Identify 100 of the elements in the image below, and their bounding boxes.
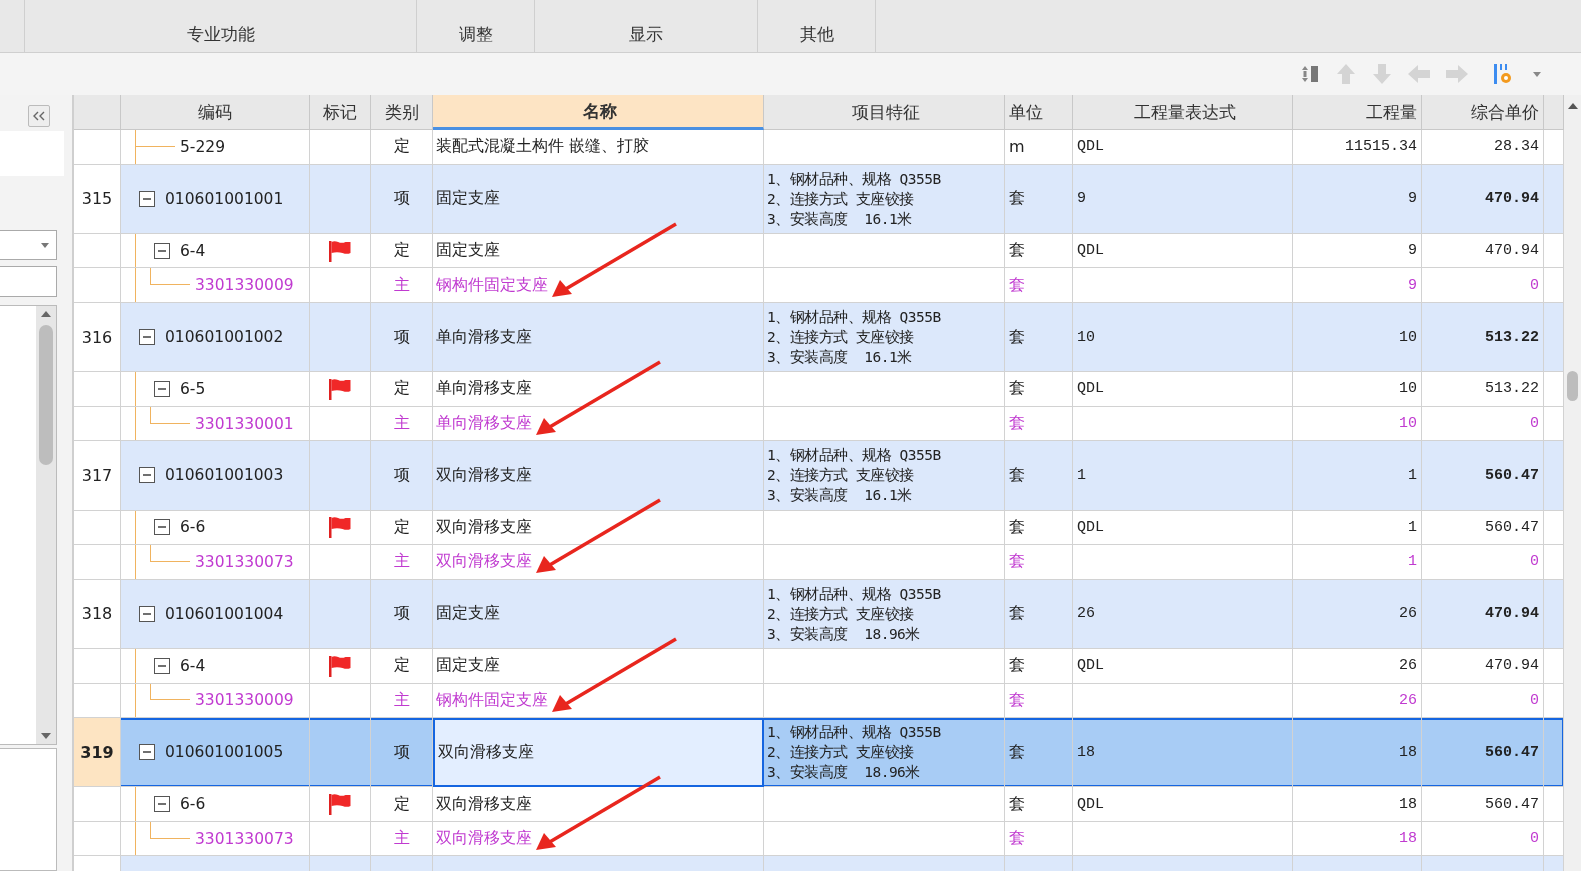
table-cell xyxy=(310,545,371,580)
item-name: 单向滑移支座 xyxy=(436,326,532,348)
item-code: 010601001005 xyxy=(165,743,284,762)
quota-code: 6-5 xyxy=(180,379,206,398)
item-name: 固定支座 xyxy=(436,188,500,210)
table-cell: 套 xyxy=(1005,441,1073,511)
sort-icon[interactable] xyxy=(1301,64,1321,84)
item-name: 固定支座 xyxy=(436,240,500,262)
table-row[interactable]: 5-229 定 装配式混凝土构件 嵌缝、打胶 m QDL 11515.34 28.34 xyxy=(74,130,1564,165)
table-cell: 26 xyxy=(1293,648,1422,684)
scrollbar-thumb[interactable] xyxy=(39,325,53,465)
feature-text: 1、钢材品种、规格 Q355B 2、连接方式 支座铰接 3、安装高度 18.96米 xyxy=(767,584,941,644)
scrollbar[interactable] xyxy=(36,306,56,744)
table-row[interactable]: 319 010601001005 项 双向滑移支座 1、钢材品种、规格 Q355B 2、连接方式 支座铰接 3、安装高度 18.96米 套 18 18 560.47 xyxy=(74,718,1564,788)
scroll-up-icon[interactable] xyxy=(1567,103,1578,109)
collapse-toggle-icon[interactable] xyxy=(139,605,155,622)
table-cell: 470.94 xyxy=(1422,164,1544,234)
item-name: 钢构件固定支座 xyxy=(436,689,548,711)
table-row[interactable]: 6-4 定 固定支座 套 QDL 26 470.94 xyxy=(74,648,1564,684)
table-cell: 470.94 xyxy=(1422,579,1544,649)
table-row[interactable]: 6-6 定 双向滑移支座 套 QDL 1 560.47 xyxy=(74,510,1564,546)
table-cell: 定 xyxy=(371,372,433,407)
material-code: 3301330009 xyxy=(195,276,294,295)
material-code: 3301330009 xyxy=(195,691,294,710)
table-cell: 项 xyxy=(371,441,433,511)
table-cell xyxy=(310,441,371,511)
quota-code: 6-6 xyxy=(180,795,206,814)
collapse-toggle-icon[interactable] xyxy=(154,796,170,813)
table-cell: 套 xyxy=(1005,579,1073,649)
collapse-toggle-icon[interactable] xyxy=(139,329,155,346)
table-row[interactable]: 315 010601001001 项 固定支座 1、钢材品种、规格 Q355B 2、连接方式 支座铰接 3、安装高度 16.1米 套 9 9 470.94 xyxy=(74,164,1564,234)
table-cell: 316 xyxy=(74,302,121,373)
table-cell: 1 xyxy=(1293,545,1422,580)
caret-icon xyxy=(41,242,49,248)
scrollbar[interactable] xyxy=(1564,95,1581,871)
feature-text: 1、钢材品种、规格 Q355B 2、连接方式 支座铰接 3、安装高度 18.96米 xyxy=(767,723,941,783)
item-name: 双向滑移支座 xyxy=(436,516,532,538)
item-name: 双向滑移支座 xyxy=(436,828,532,850)
table-cell: 513.22 xyxy=(1422,372,1544,407)
scroll-up-icon[interactable] xyxy=(41,311,51,317)
tree-connector xyxy=(150,683,190,701)
collapse-toggle-icon[interactable] xyxy=(139,190,155,207)
double-chevron-icon xyxy=(33,111,45,121)
collapse-toggle-icon[interactable] xyxy=(154,519,170,536)
material-code: 3301330001 xyxy=(195,414,294,433)
ribbon-group-label: 其他 xyxy=(799,23,834,46)
table-row[interactable]: 318 010601001004 项 固定支座 1、钢材品种、规格 Q355B 2、连接方式 支座铰接 3、安装高度 18.96米 套 26 26 470.94 xyxy=(74,579,1564,649)
table-cell xyxy=(310,130,371,165)
item-code: 010601001002 xyxy=(165,328,284,347)
table-cell: 套 xyxy=(1005,268,1073,303)
table-cell: 1 xyxy=(1293,441,1422,511)
collapse-toggle-icon[interactable] xyxy=(154,380,170,397)
table-cell: 主 xyxy=(371,545,433,580)
table-cell: 26 xyxy=(1293,579,1422,649)
table-row[interactable]: 316 010601001002 项 单向滑移支座 1、钢材品种、规格 Q355B 2、连接方式 支座铰接 3、安装高度 16.1米 套 10 10 513.22 xyxy=(74,302,1564,373)
item-name: 双向滑移支座 xyxy=(436,464,532,486)
item-name: 固定支座 xyxy=(436,603,500,625)
scroll-down-icon[interactable] xyxy=(41,733,51,739)
collapse-toggle-icon[interactable] xyxy=(139,744,155,761)
column-header[interactable]: 名称 xyxy=(433,95,764,130)
table-row[interactable]: 6-6 定 双向滑移支座 套 QDL 18 560.47 xyxy=(74,787,1564,822)
scrollbar-thumb[interactable] xyxy=(1567,371,1578,401)
table-cell: 317 xyxy=(74,441,121,511)
feature-text: 1、钢材品种、规格 Q355B 2、连接方式 支座铰接 3、安装高度 16.1米 xyxy=(767,308,941,368)
dropdown-field[interactable] xyxy=(0,230,57,260)
table-row[interactable]: 6-4 定 固定支座 套 QDL 9 470.94 xyxy=(74,233,1564,269)
table-row[interactable]: 6-5 定 单向滑移支座 套 QDL 10 513.22 xyxy=(74,372,1564,407)
table-cell: 套 xyxy=(1005,164,1073,234)
table-cell: 项 xyxy=(371,579,433,649)
table-cell: 套 xyxy=(1005,545,1073,580)
collapse-toggle-icon[interactable] xyxy=(154,242,170,259)
input-field[interactable] xyxy=(0,266,57,297)
item-code: 010601001004 xyxy=(165,604,284,623)
table-cell: 套 xyxy=(1005,787,1073,822)
collapse-button[interactable] xyxy=(28,105,50,127)
ribbon-group-label: 专业功能 xyxy=(186,23,255,46)
table-cell: 10 xyxy=(1293,372,1422,407)
quota-code: 6-4 xyxy=(180,656,206,675)
table-cell: QDL xyxy=(1073,372,1293,407)
table-cell: 定 xyxy=(371,787,433,822)
collapse-toggle-icon[interactable] xyxy=(139,467,155,484)
item-name: 固定支座 xyxy=(436,655,500,677)
item-name: 装配式混凝土构件 嵌缝、打胶 xyxy=(436,136,650,158)
table-row[interactable]: 317 010601001003 项 双向滑移支座 1、钢材品种、规格 Q355B 2、连接方式 支座铰接 3、安装高度 16.1米 套 1 1 560.47 xyxy=(74,441,1564,511)
table-cell xyxy=(310,268,371,303)
table-cell: 9 xyxy=(1293,164,1422,234)
quota-code: 6-6 xyxy=(180,518,206,537)
table-cell: 定 xyxy=(371,648,433,684)
table-cell: QDL xyxy=(1073,130,1293,165)
tree-connector xyxy=(150,545,190,562)
item-name: 钢构件固定支座 xyxy=(436,274,548,296)
table-cell xyxy=(310,579,371,649)
caret-icon[interactable] xyxy=(1533,71,1541,77)
table-cell: QDL xyxy=(1073,648,1293,684)
table-cell: 11515.34 xyxy=(1293,130,1422,165)
table-cell: 315 xyxy=(74,164,121,234)
tree-connector xyxy=(150,821,190,839)
item-name: 单向滑移支座 xyxy=(436,413,532,435)
collapse-toggle-icon[interactable] xyxy=(154,657,170,674)
table-cell: 9 xyxy=(1073,164,1293,234)
